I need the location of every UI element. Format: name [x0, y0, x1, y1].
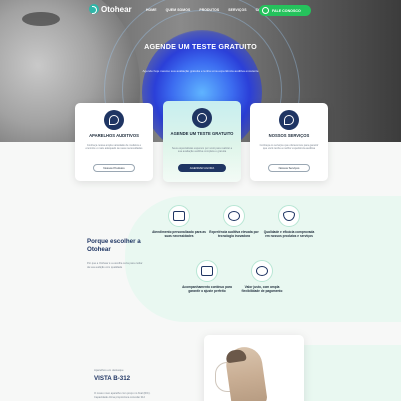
hero-title: AGENDE UM TESTE GRATUITO	[144, 42, 257, 51]
card-text: Conheça nossa ampla variedade de modelos…	[85, 144, 143, 151]
whatsapp-icon	[262, 7, 269, 14]
nav-link-produtos[interactable]: PRODUTOS	[199, 8, 219, 12]
handshake-icon	[251, 260, 273, 282]
logo[interactable]: Otohear	[89, 4, 132, 14]
nav-link-home[interactable]: HOME	[146, 8, 157, 12]
feature-label: Experiência auditiva elevada por tecnolo…	[209, 230, 259, 239]
check-badge-icon	[192, 108, 212, 128]
card-hearing-aids: APARELHOS AUDITIVOS Conheça nossa ampla …	[75, 103, 153, 181]
people-icon	[168, 205, 190, 227]
feature-item: Qualidade e eficácia comprovada em nosso…	[262, 205, 316, 238]
shield-icon	[278, 205, 300, 227]
products-button[interactable]: Nossos Produtos	[93, 164, 135, 172]
nav-link-quem-somos[interactable]: QUEM SOMOS	[166, 8, 191, 12]
support-icon	[196, 260, 218, 282]
why-text: Por que a Otohear é a escolha certa para…	[87, 262, 143, 269]
feature-label: Valor justo, com ampla flexibilidade de …	[241, 285, 283, 294]
schedule-now-button[interactable]: AGENDAR AGORA	[178, 164, 226, 172]
feature-item: Atendimento personalizado para as suas n…	[152, 205, 206, 238]
nav-link-servicos[interactable]: SERVIÇOS	[228, 8, 246, 12]
product-description: O nosso novo aparelho com preço no final…	[94, 392, 151, 399]
ear-icon	[104, 110, 124, 130]
card-services: NOSSOS SERVIÇOS Conheça os serviços que …	[250, 103, 328, 181]
card-text: Conheça os serviços que oferecemos para …	[259, 144, 319, 151]
logo-icon	[89, 4, 99, 14]
top-nav: Otohear HOME QUEM SOMOS PRODUTOS SERVIÇO…	[0, 3, 401, 17]
why-title: Porque escolher a Otohear	[87, 238, 141, 253]
product-kicker: Aparelhos em destaque	[94, 368, 124, 372]
whatsapp-button-label: FALE CONOSCO	[272, 8, 301, 13]
feature-item: Valor justo, com ampla flexibilidade de …	[235, 260, 289, 293]
logo-text: Otohear	[101, 4, 132, 14]
service-icon	[279, 110, 299, 130]
card-title: AGENDE UM TESTE GRATUITO	[170, 131, 234, 136]
card-title: APARELHOS AUDITIVOS	[89, 133, 139, 138]
service-cards: APARELHOS AUDITIVOS Conheça nossa ampla …	[75, 101, 328, 182]
product-name: VISTA B-312	[94, 375, 131, 382]
chip-icon	[223, 205, 245, 227]
feature-item: Experiência auditiva elevada por tecnolo…	[207, 205, 261, 238]
card-text: Seus especialistas esperam por você para…	[171, 147, 233, 154]
card-free-test: AGENDE UM TESTE GRATUITO Seus especialis…	[163, 101, 241, 182]
feature-label: Atendimento personalizado para as suas n…	[152, 230, 206, 239]
feature-label: Acompanhamento contínuo para garantir o …	[182, 285, 232, 294]
whatsapp-contact-button[interactable]: FALE CONOSCO	[259, 5, 311, 16]
services-button[interactable]: Nossos Serviços	[268, 164, 310, 172]
feature-item: Acompanhamento contínuo para garantir o …	[180, 260, 234, 293]
card-title: NOSSOS SERVIÇOS	[268, 133, 310, 138]
hero-subtitle: Agende hoje mesmo sua avaliação gratuita…	[142, 69, 259, 73]
product-mint-background	[290, 345, 401, 401]
nav-links: HOME QUEM SOMOS PRODUTOS SERVIÇOS CONTAT…	[146, 8, 272, 12]
feature-label: Qualidade e eficácia comprovada em nosso…	[263, 230, 315, 239]
